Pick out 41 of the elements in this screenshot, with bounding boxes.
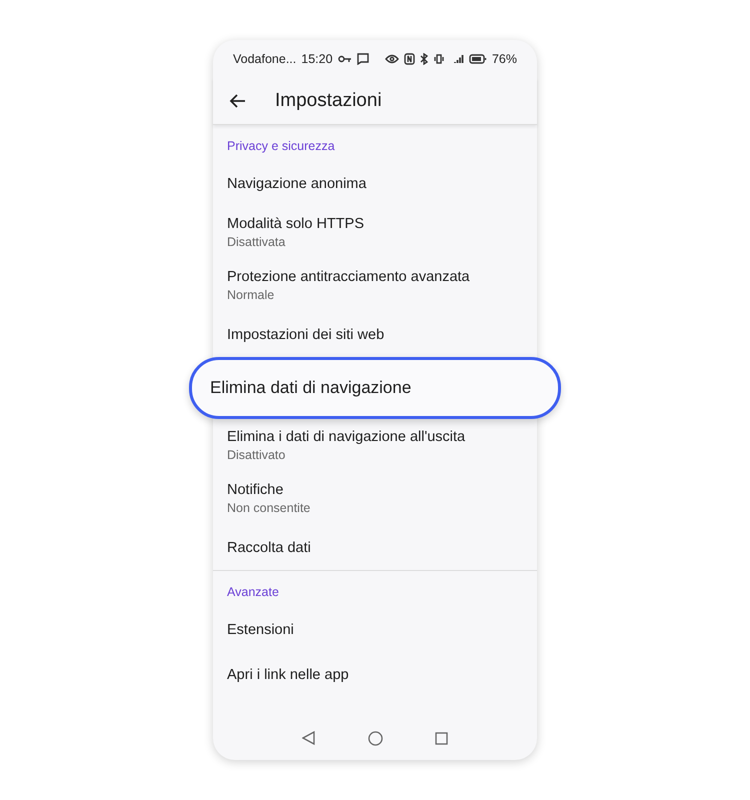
setting-title: Apri i link nelle app [227,666,350,682]
screen-title: Impostazioni [275,90,382,112]
nfc-icon [404,53,415,65]
setting-item[interactable]: Navigazione anonima [213,161,537,206]
setting-item[interactable]: Impostazioni dei siti web [213,312,537,357]
setting-title: Impostazioni dei siti web [227,326,386,342]
battery-percent: 76% [492,52,517,66]
eye-icon [384,53,399,65]
setting-item[interactable]: Protezione antitracciamento avanzata Normale [213,259,537,312]
setting-item[interactable]: Modalità solo HTTPS Disattivata [213,206,537,259]
setting-item[interactable]: Apri i link nelle app [213,652,537,697]
setting-item[interactable]: Raccolta dati [213,525,537,570]
setting-title: Navigazione anonima [227,176,368,192]
home-nav-button[interactable] [368,730,383,746]
setting-item[interactable]: Notifiche Non consentite [213,472,537,525]
section-header: Avanzate [226,584,280,601]
setting-title: Estensioni [227,622,295,638]
bluetooth-icon [420,53,428,65]
setting-subtitle: Disattivata [227,235,286,249]
setting-title: Modalità solo HTTPS [227,216,365,232]
setting-item[interactable]: Estensioni [213,607,537,652]
setting-subtitle: Non consentite [227,501,312,515]
back-nav-button[interactable] [302,731,316,745]
highlighted-setting-item[interactable]: Elimina dati di navigazione [189,357,561,419]
setting-title: Raccolta dati [227,540,312,556]
section-header: Privacy e sicurezza [226,138,336,155]
setting-title: Elimina dati di navigazione [210,378,412,398]
vibrate-icon [432,53,445,65]
carrier-name: Vodafone... [233,52,296,66]
clock: 15:20 [301,52,333,66]
setting-subtitle: Normale [227,288,276,302]
battery-icon [468,53,487,65]
recents-nav-button[interactable] [435,732,448,744]
key-icon [338,53,352,65]
setting-title: Protezione antitracciamento avanzata [227,269,471,285]
setting-title: Elimina i dati di navigazione all'uscita [227,429,466,445]
setting-item[interactable]: Elimina i dati di navigazione all'uscita Disattivato [213,419,537,472]
message-icon [356,53,369,65]
setting-subtitle: Disattivato [227,448,286,462]
back-button[interactable] [229,92,247,110]
setting-title: Notifiche [227,482,284,498]
